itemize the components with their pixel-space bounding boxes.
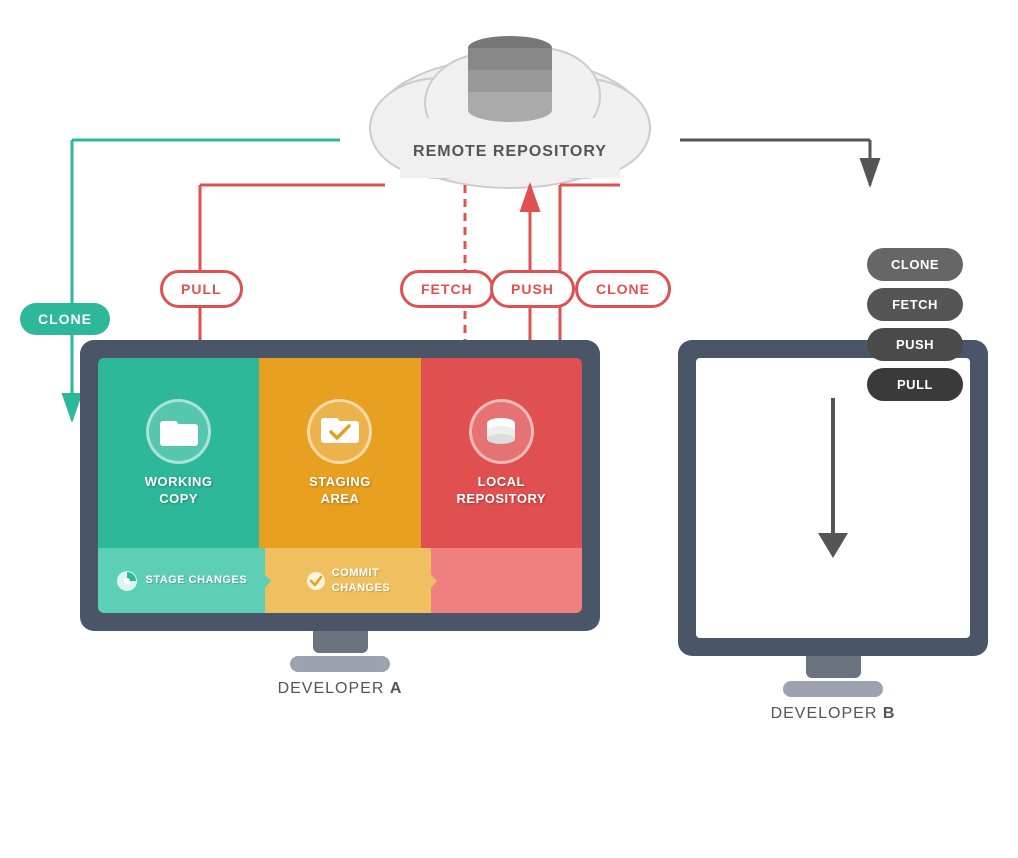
- local-repo-label: LOCALREPOSITORY: [457, 474, 547, 508]
- push-label: PUSH: [490, 270, 575, 308]
- fetch-b-pill: FETCH: [867, 288, 963, 321]
- diagram-container: REMOTE REPOSITORY CL: [0, 0, 1018, 858]
- push-b-pill: PUSH: [867, 328, 963, 361]
- working-copy-label: WORKINGCOPY: [145, 474, 213, 508]
- local-repo-bottom: [431, 548, 582, 613]
- developer-a-label: DEVELOPER A: [80, 680, 600, 698]
- staging-area-section: STAGINGAREA: [259, 358, 420, 548]
- local-repo-section: LOCALREPOSITORY: [421, 358, 582, 548]
- dev-b-down-arrow: [813, 388, 853, 568]
- stage-changes-icon: [116, 570, 138, 592]
- pull-label: PULL: [160, 270, 243, 308]
- staging-folder-icon: [321, 413, 359, 449]
- working-copy-section: WORKINGCOPY: [98, 358, 259, 548]
- commit-changes-label: COMMITCHANGES: [332, 566, 391, 595]
- local-db-icon: [483, 413, 519, 449]
- clone-right-pill: CLONE: [575, 270, 671, 308]
- stage-changes-section: STAGE CHANGES: [98, 548, 265, 613]
- clone-right-label: CLONE: [575, 270, 671, 308]
- monitor-b-stand: [678, 656, 988, 697]
- monitor-a-stand: [80, 631, 600, 672]
- svg-text:REMOTE REPOSITORY: REMOTE REPOSITORY: [413, 143, 607, 160]
- commit-icon: [306, 571, 326, 591]
- fetch-pill: FETCH: [400, 270, 494, 308]
- pull-b-pill: PULL: [867, 368, 963, 401]
- push-pill: PUSH: [490, 270, 575, 308]
- clone-left-label: CLONE: [20, 303, 110, 335]
- fetch-label: FETCH: [400, 270, 494, 308]
- staging-area-label: STAGINGAREA: [309, 474, 371, 508]
- commit-changes-section: COMMITCHANGES: [265, 548, 432, 613]
- clone-b-pill: CLONE: [867, 248, 963, 281]
- dev-b-pills-group: CLONE FETCH PUSH PULL: [867, 248, 963, 401]
- developer-b-label: DEVELOPER B: [678, 705, 988, 723]
- developer-a-monitor: WORKINGCOPY STAGINGAREA: [80, 340, 600, 698]
- pull-pill: PULL: [160, 270, 243, 308]
- clone-left-pill: CLONE: [20, 303, 110, 335]
- folder-icon: [160, 416, 198, 446]
- stage-changes-label: STAGE CHANGES: [146, 573, 248, 587]
